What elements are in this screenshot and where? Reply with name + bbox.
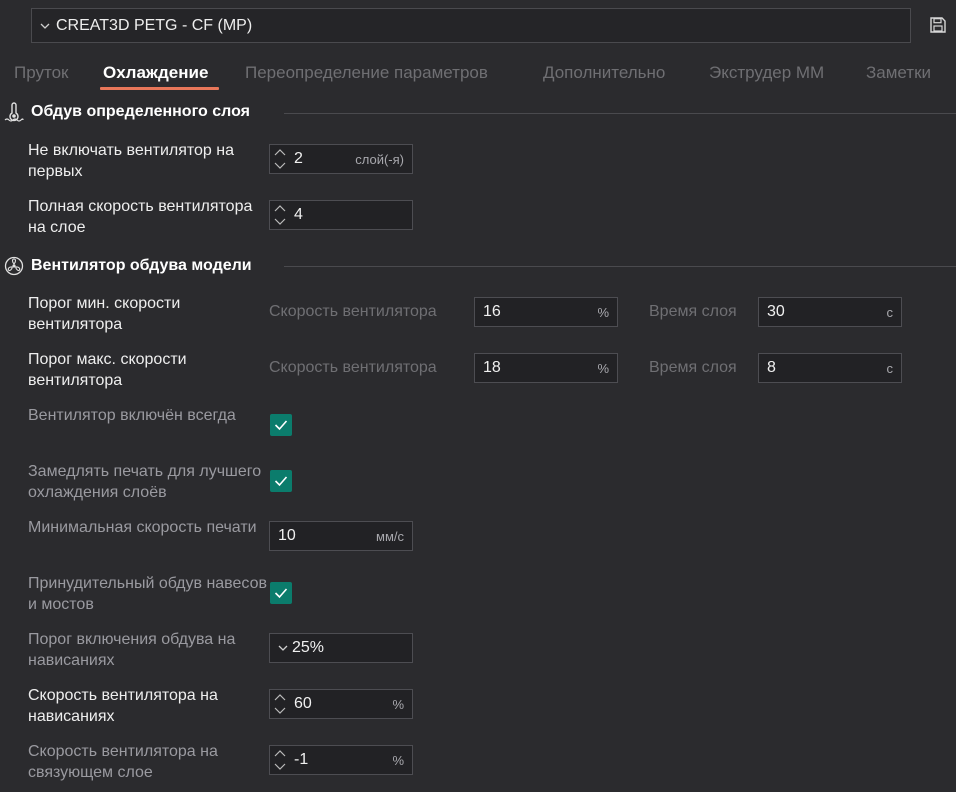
full-fan-layer-input[interactable]: 4 bbox=[269, 200, 413, 230]
select-value: 25% bbox=[292, 639, 325, 656]
label-fan-speed: Скорость вентилятора bbox=[269, 359, 437, 376]
tab-cooling[interactable]: Охлаждение bbox=[103, 63, 208, 83]
label-interface-fan-speed: Скорость вентилятора на связующем слое bbox=[28, 743, 218, 781]
overhang-fan-speed-input[interactable]: 60 % bbox=[269, 689, 413, 719]
field-value: 10 bbox=[278, 527, 296, 544]
disable-fan-first-input[interactable]: 2 слой(-я) bbox=[269, 144, 413, 174]
force-bridge-cooling-checkbox[interactable] bbox=[270, 582, 292, 604]
fan-icon bbox=[4, 256, 24, 276]
field-value: -1 bbox=[294, 751, 309, 768]
label-overhang-fan-speed: Скорость вентилятора на нависаниях bbox=[28, 687, 218, 725]
tab-advanced[interactable]: Дополнительно bbox=[543, 63, 665, 83]
chevron-down-icon bbox=[278, 645, 288, 651]
tab-extruder-mm[interactable]: Экструдер ММ bbox=[709, 63, 824, 83]
label-force-bridge-cooling: Принудительный обдув навесов и мостов bbox=[28, 575, 267, 613]
max-fan-speed-input[interactable]: 18 % bbox=[474, 353, 618, 383]
max-fan-layer-time-input[interactable]: 8 с bbox=[758, 353, 902, 383]
min-print-speed-input[interactable]: 10 мм/с bbox=[269, 521, 413, 551]
field-value: 18 bbox=[483, 359, 501, 376]
checkmark-icon bbox=[274, 420, 288, 431]
field-unit: слой(-я) bbox=[355, 151, 404, 167]
preset-name: CREAT3D PETG - CF (MP) bbox=[56, 16, 253, 34]
section-divider bbox=[284, 266, 956, 267]
min-fan-speed-input[interactable]: 16 % bbox=[474, 297, 618, 327]
label-slow-down: Замедлять печать для лучшего охлаждения … bbox=[28, 463, 262, 501]
section-divider bbox=[284, 113, 956, 114]
slow-down-checkbox[interactable] bbox=[270, 470, 292, 492]
min-fan-layer-time-input[interactable]: 30 с bbox=[758, 297, 902, 327]
field-unit: мм/с bbox=[376, 528, 404, 544]
fan-always-on-checkbox[interactable] bbox=[270, 414, 292, 436]
field-value: 30 bbox=[767, 303, 785, 320]
label-fan-always-on: Вентилятор включён всегда bbox=[28, 407, 236, 424]
checkmark-icon bbox=[274, 588, 288, 599]
label-layer-time: Время слоя bbox=[649, 359, 737, 376]
field-unit: % bbox=[392, 752, 404, 768]
field-unit: % bbox=[392, 696, 404, 712]
preset-selector[interactable]: CREAT3D PETG - CF (MP) bbox=[31, 8, 911, 43]
section-title-layer-cooling: Обдув определенного слоя bbox=[31, 103, 250, 120]
save-icon[interactable] bbox=[929, 16, 947, 34]
label-min-fan-threshold: Порог мин. скорости вентилятора bbox=[28, 295, 181, 333]
field-value: 16 bbox=[483, 303, 501, 320]
label-disable-fan-first: Не включать вентилятор на первых bbox=[28, 142, 234, 180]
field-unit: с bbox=[886, 360, 894, 376]
chevron-down-icon bbox=[40, 23, 50, 29]
label-min-print-speed: Минимальная скорость печати bbox=[28, 519, 257, 536]
active-tab-underline bbox=[100, 87, 219, 90]
layer-cooling-icon bbox=[4, 102, 24, 122]
spin-arrows-icon[interactable] bbox=[274, 148, 288, 170]
tab-overrides[interactable]: Переопределение параметров bbox=[245, 63, 488, 83]
label-max-fan-threshold: Порог макс. скорости вентилятора bbox=[28, 351, 187, 389]
field-value: 8 bbox=[767, 359, 776, 376]
field-unit: % bbox=[597, 304, 609, 320]
tab-filament[interactable]: Пруток bbox=[14, 63, 68, 83]
tab-notes[interactable]: Заметки bbox=[866, 63, 931, 83]
overhang-threshold-select[interactable]: 25% bbox=[269, 633, 413, 663]
spin-arrows-icon[interactable] bbox=[274, 749, 288, 771]
spin-arrows-icon[interactable] bbox=[274, 204, 288, 226]
interface-fan-speed-input[interactable]: -1 % bbox=[269, 745, 413, 775]
field-value: 4 bbox=[294, 206, 303, 223]
spin-arrows-icon[interactable] bbox=[274, 693, 288, 715]
field-value: 2 bbox=[294, 150, 303, 167]
field-unit: % bbox=[597, 360, 609, 376]
section-title-part-fan: Вентилятор обдува модели bbox=[31, 257, 252, 274]
label-layer-time: Время слоя bbox=[649, 303, 737, 320]
field-value: 60 bbox=[294, 695, 312, 712]
field-unit: с bbox=[886, 304, 894, 320]
label-full-fan-layer: Полная скорость вентилятора на слое bbox=[28, 198, 253, 236]
label-overhang-threshold: Порог включения обдува на нависаниях bbox=[28, 631, 236, 669]
checkmark-icon bbox=[274, 476, 288, 487]
label-fan-speed: Скорость вентилятора bbox=[269, 303, 437, 320]
